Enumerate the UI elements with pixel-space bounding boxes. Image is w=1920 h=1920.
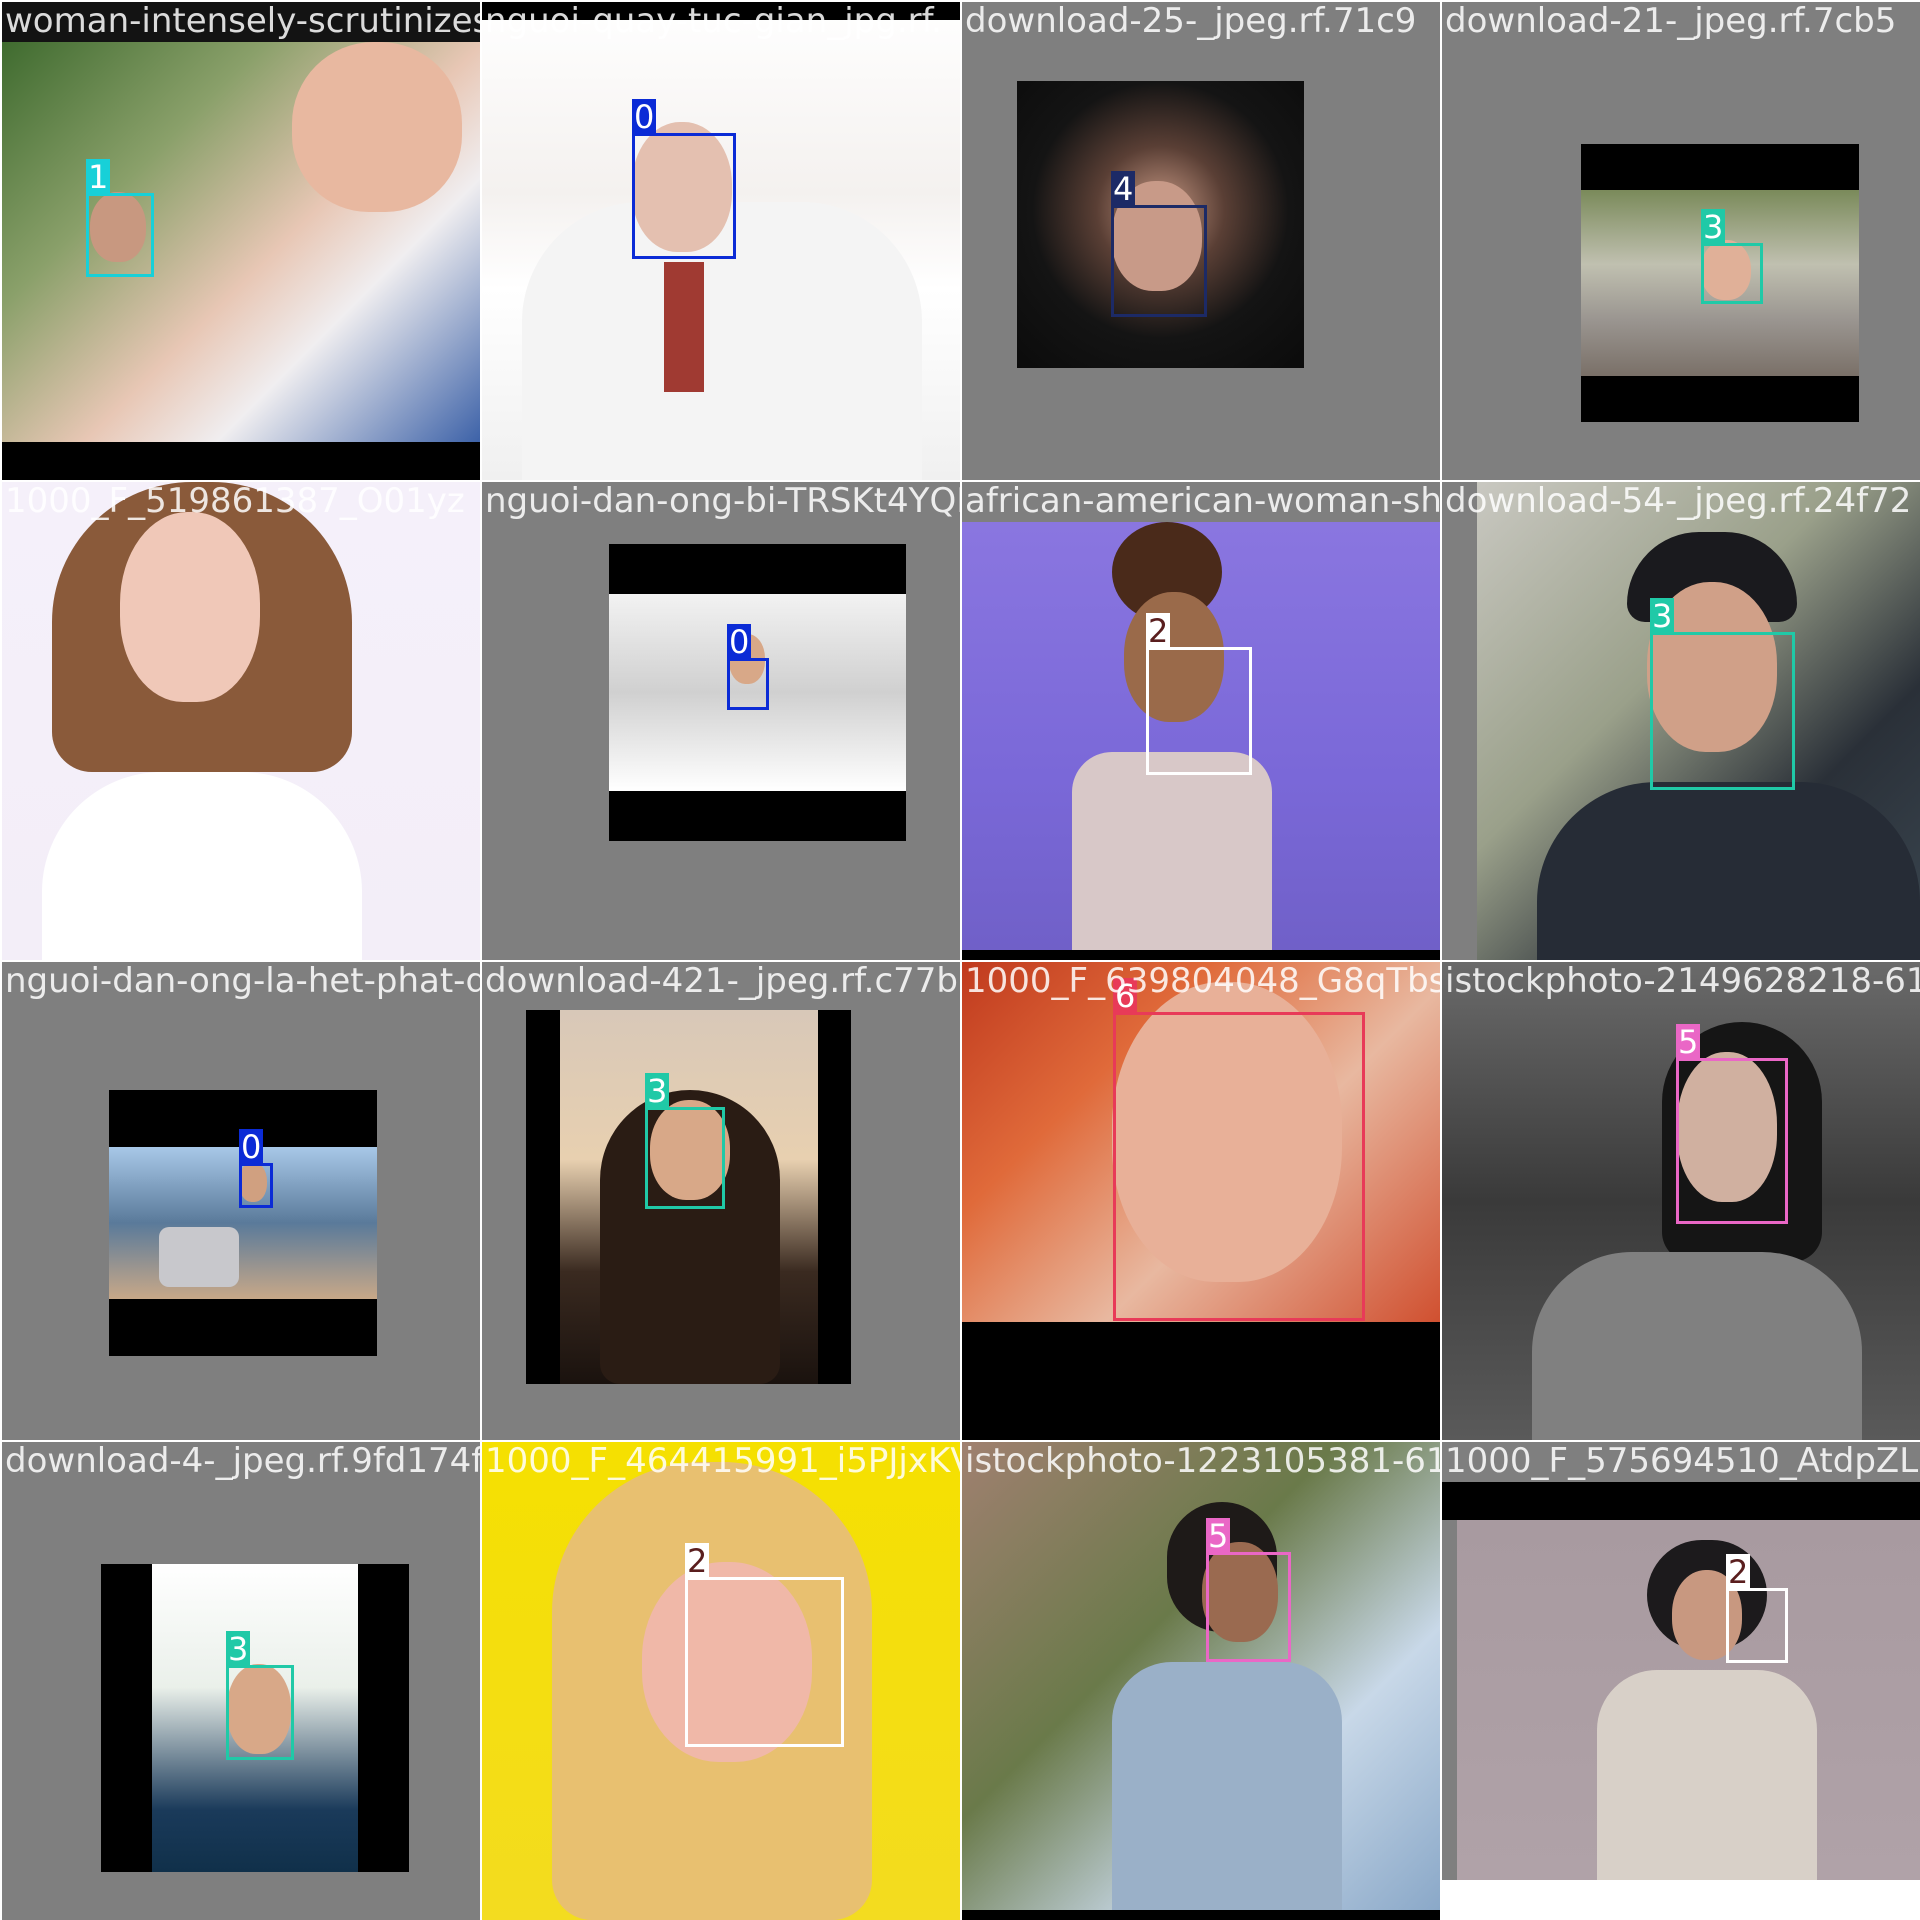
image-filename: nguoi-dan-ong-bi-TRSKt4YQD: [485, 482, 960, 521]
image-filename: nguoi-dan-ong-la-het-phat-dien: [5, 962, 480, 1001]
tile[interactable]: 3 download-421-_jpeg.rf.c77b5: [482, 962, 960, 1440]
tile[interactable]: 3 download-21-_jpeg.rf.7cb5: [1442, 2, 1920, 480]
class-label: 5: [1206, 1517, 1231, 1555]
class-label: 3: [1650, 597, 1675, 635]
class-label: 3: [226, 1630, 251, 1668]
bounding-box: 3: [645, 1073, 725, 1209]
tile[interactable]: 1 woman-intensely-scrutinizes: [2, 2, 480, 480]
photo: [2, 482, 480, 960]
class-label: 0: [239, 1128, 264, 1166]
bounding-box: 6: [1113, 978, 1365, 1321]
bounding-box: 2: [1146, 613, 1252, 775]
class-label: 0: [632, 98, 657, 136]
tile[interactable]: 0 nguoi-dan-ong-bi-TRSKt4YQD: [482, 482, 960, 960]
bounding-box: 5: [1676, 1024, 1788, 1224]
tile[interactable]: 0 nguoi-quay-tuc-gian_jpg.rf.: [482, 2, 960, 480]
class-label: 5: [1676, 1023, 1701, 1061]
bounding-box: 2: [685, 1543, 844, 1747]
letterbox-bar: [962, 950, 1440, 960]
detection-grid: 1 woman-intensely-scrutinizes 0 nguoi-qu…: [0, 0, 1920, 1920]
tile[interactable]: 2 1000_F_464415991_i5PJjxKV: [482, 1442, 960, 1920]
photo: [1457, 1520, 1920, 1880]
class-label: 0: [727, 623, 752, 661]
class-label: 6: [1113, 977, 1138, 1015]
class-label: 2: [685, 1542, 710, 1580]
class-label: 2: [1726, 1553, 1751, 1591]
tile[interactable]: 5 istockphoto-1223105381-612x612: [962, 1442, 1440, 1920]
image-filename: download-25-_jpeg.rf.71c9: [965, 2, 1417, 41]
image-filename: download-4-_jpeg.rf.9fd174f: [5, 1442, 480, 1481]
letterbox-bar: [2, 2, 480, 42]
tile[interactable]: 2 african-american-woman-shin: [962, 482, 1440, 960]
bounding-box: 2: [1726, 1554, 1788, 1663]
tile[interactable]: 3 download-54-_jpeg.rf.24f72: [1442, 482, 1920, 960]
class-label: 4: [1111, 170, 1136, 208]
letterbox-bar: [482, 2, 960, 20]
bounding-box: 4: [1111, 171, 1207, 317]
bounding-box: 0: [727, 624, 769, 710]
tile[interactable]: 4 download-25-_jpeg.rf.71c9: [962, 2, 1440, 480]
bounding-box: 3: [226, 1631, 294, 1760]
bounding-box: 0: [239, 1129, 273, 1208]
photo: [2, 42, 480, 442]
letterbox-bar: [1442, 1482, 1920, 1520]
class-label: 2: [1146, 612, 1171, 650]
tile[interactable]: 2 1000_F_575694510_AtdpZL: [1442, 1442, 1920, 1920]
tile[interactable]: 6 1000_F_639804048_G8qTbsoMpho: [962, 962, 1440, 1440]
letterbox-bar: [962, 1910, 1440, 1920]
tile[interactable]: 3 download-4-_jpeg.rf.9fd174f: [2, 1442, 480, 1920]
class-label: 3: [645, 1072, 670, 1110]
bounding-box: 3: [1701, 209, 1763, 304]
letterbox-bar: [1442, 1880, 1920, 1920]
bounding-box: 3: [1650, 598, 1795, 790]
image-filename: african-american-woman-shin: [965, 482, 1440, 521]
tile[interactable]: 5 istockphoto-2149628218-61: [1442, 962, 1920, 1440]
class-label: 1: [86, 158, 111, 196]
image-filename: 1000_F_575694510_AtdpZL: [1445, 1442, 1919, 1481]
letterbox-bar: [2, 442, 480, 480]
bounding-box: 1: [86, 159, 154, 277]
letterbox-bar: [962, 1322, 1440, 1440]
bounding-box: 0: [632, 99, 736, 259]
image-filename: download-421-_jpeg.rf.c77b5: [485, 962, 960, 1001]
image-filename: download-21-_jpeg.rf.7cb5: [1445, 2, 1897, 41]
bounding-box: 5: [1206, 1518, 1291, 1662]
tile[interactable]: 1000_F_519861387_O01yz: [2, 482, 480, 960]
tile[interactable]: 0 nguoi-dan-ong-la-het-phat-dien: [2, 962, 480, 1440]
photo: [962, 1442, 1440, 1910]
class-label: 3: [1701, 208, 1726, 246]
